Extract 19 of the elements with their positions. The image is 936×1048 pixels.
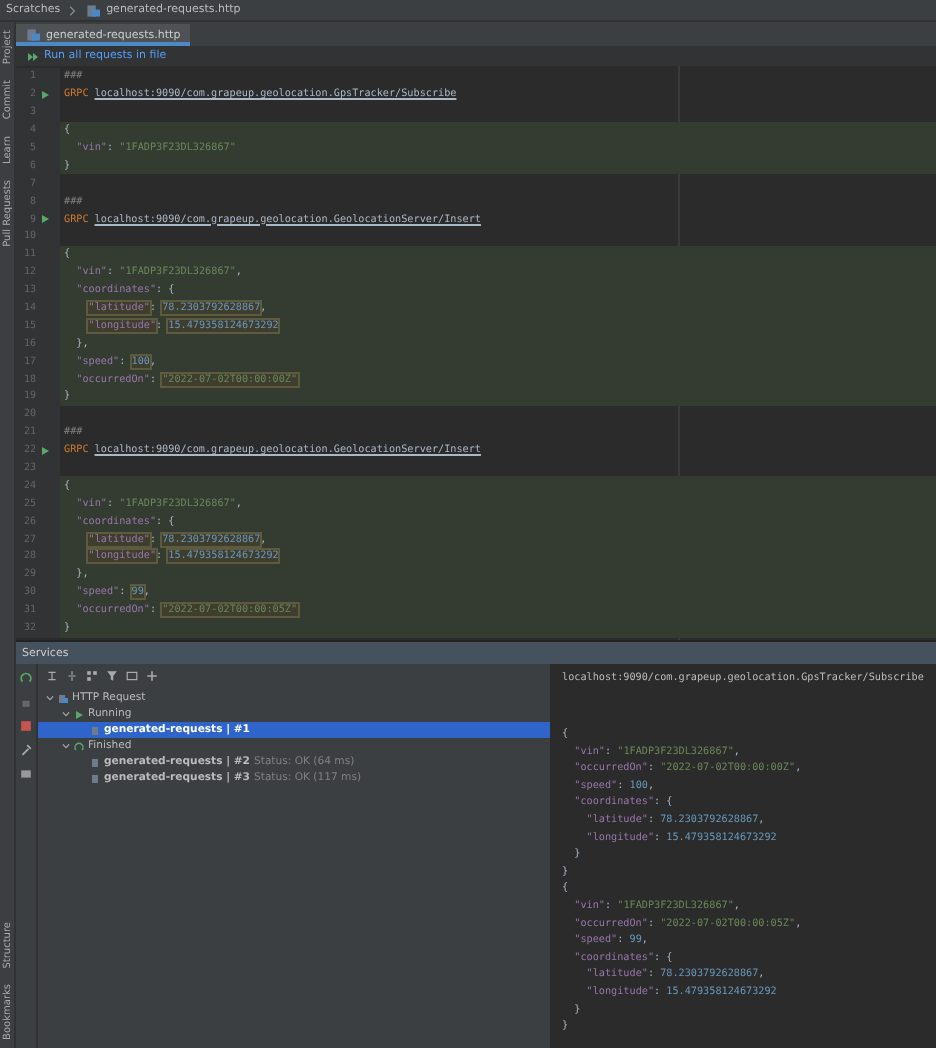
file-icon	[58, 693, 68, 703]
caret-icon[interactable]	[62, 742, 70, 750]
add-icon[interactable]	[146, 669, 158, 681]
document-icon	[90, 725, 100, 735]
rerun-icon[interactable]	[20, 672, 32, 684]
filter-icon[interactable]	[106, 669, 118, 681]
group-icon[interactable]	[86, 669, 98, 681]
run-all-icon	[28, 51, 38, 61]
expand-all-icon[interactable]	[46, 669, 58, 681]
collapse-all-icon[interactable]	[66, 669, 78, 681]
file-icon	[26, 28, 40, 42]
rerun-icon	[74, 741, 84, 751]
stop-icon[interactable]	[20, 720, 32, 732]
run-icon[interactable]	[39, 214, 49, 225]
run-icon[interactable]	[39, 445, 49, 456]
file-icon	[86, 3, 101, 17]
wrench-icon[interactable]	[20, 744, 32, 756]
run-icon[interactable]	[39, 89, 49, 100]
chevron-icon	[66, 3, 81, 17]
